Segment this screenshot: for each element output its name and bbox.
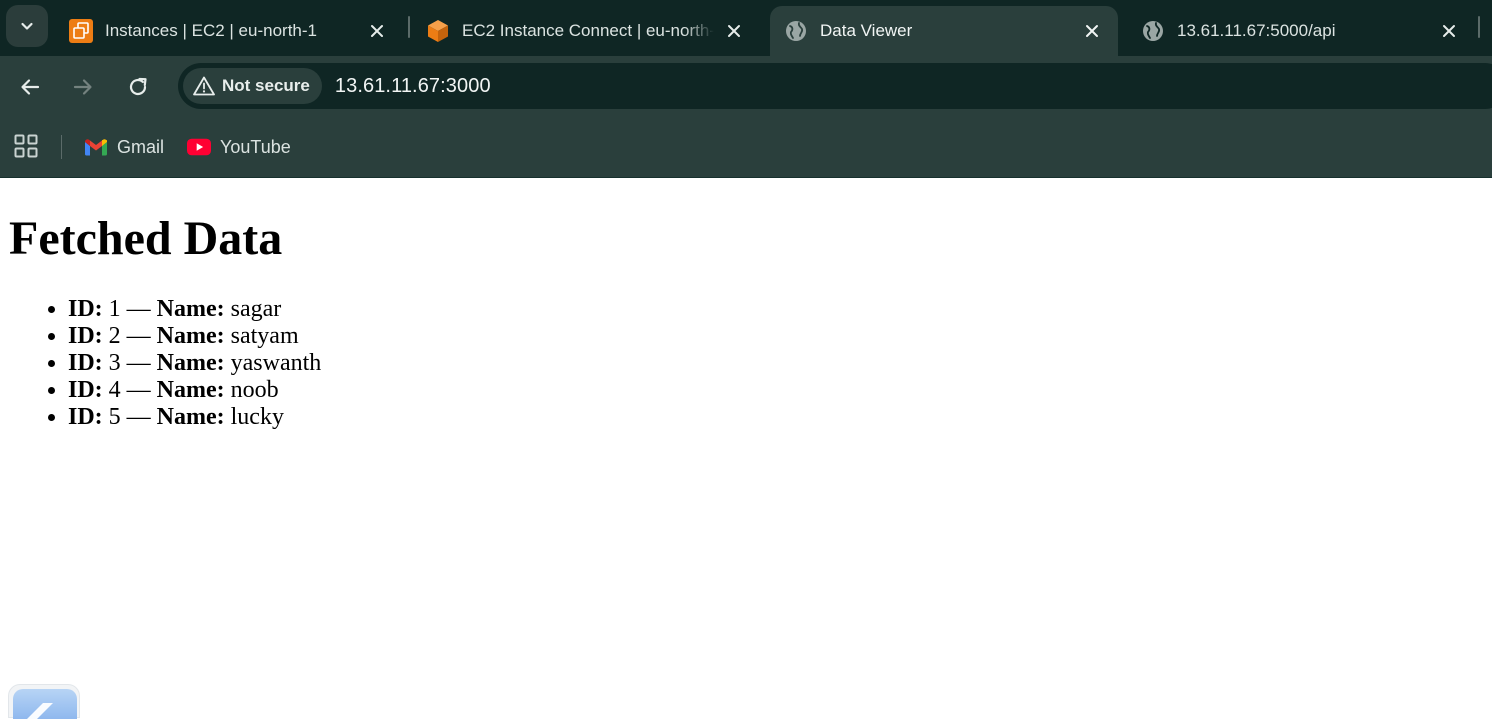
aws-cube-icon bbox=[426, 19, 450, 43]
list-item: ID: 2 — Name: satyam bbox=[68, 323, 321, 350]
separator: — bbox=[126, 350, 151, 376]
tab-title: 13.61.11.67:5000/api bbox=[1177, 21, 1336, 40]
security-chip[interactable]: Not secure bbox=[183, 68, 322, 104]
arrow-left-icon bbox=[21, 79, 40, 95]
close-icon[interactable] bbox=[1080, 19, 1104, 43]
name-label: Name: bbox=[156, 377, 225, 403]
tab-instances[interactable]: Instances | EC2 | eu-north-1 bbox=[55, 6, 403, 56]
globe-icon bbox=[1141, 19, 1165, 43]
item-id: 5 bbox=[108, 404, 121, 430]
browser-chrome: Instances | EC2 | eu-north-1 EC2 Instanc… bbox=[0, 0, 1492, 178]
item-id: 3 bbox=[108, 350, 121, 376]
tab-instance-connect[interactable]: EC2 Instance Connect | eu-north-1 bbox=[412, 6, 760, 56]
item-name: yaswanth bbox=[230, 350, 322, 376]
bookmark-label: YouTube bbox=[220, 136, 291, 157]
reload-button[interactable] bbox=[121, 70, 155, 104]
apps-grid-icon[interactable] bbox=[14, 134, 40, 160]
id-label: ID: bbox=[68, 323, 103, 349]
tab-title: Data Viewer bbox=[820, 21, 913, 40]
reload-icon bbox=[129, 77, 147, 96]
item-id: 2 bbox=[108, 323, 121, 349]
tab-strip: Instances | EC2 | eu-north-1 EC2 Instanc… bbox=[0, 0, 1492, 56]
url-text[interactable]: 13.61.11.67:3000 bbox=[335, 75, 491, 98]
tab-api[interactable]: 13.61.11.67:5000/api bbox=[1127, 6, 1475, 56]
chevron-down-icon bbox=[21, 22, 33, 30]
separator: — bbox=[126, 377, 151, 403]
toolbar: Not secure 13.61.11.67:3000 bbox=[0, 56, 1492, 116]
list-item: ID: 5 — Name: lucky bbox=[68, 404, 321, 431]
arrow-right-icon bbox=[73, 79, 92, 95]
item-name: noob bbox=[230, 377, 279, 403]
item-name: satyam bbox=[230, 323, 299, 349]
list-item: ID: 4 — Name: noob bbox=[68, 377, 321, 404]
item-id: 1 bbox=[108, 296, 121, 322]
back-button[interactable] bbox=[13, 70, 47, 104]
tab-data-viewer[interactable]: Data Viewer bbox=[770, 6, 1118, 56]
globe-icon bbox=[784, 19, 808, 43]
id-label: ID: bbox=[68, 404, 103, 430]
name-label: Name: bbox=[156, 404, 225, 430]
bookmark-label: Gmail bbox=[117, 136, 165, 157]
data-list: ID: 1 — Name: sagar ID: 2 — Name: satyam… bbox=[0, 296, 321, 431]
name-label: Name: bbox=[156, 296, 225, 322]
page-title: Fetched Data bbox=[9, 212, 283, 265]
list-item: ID: 3 — Name: yaswanth bbox=[68, 350, 321, 377]
bookmark-youtube[interactable]: YouTube bbox=[187, 133, 291, 161]
tab-search-button[interactable] bbox=[6, 5, 48, 47]
bookmarks-separator bbox=[61, 135, 62, 159]
id-label: ID: bbox=[68, 350, 103, 376]
name-label: Name: bbox=[156, 350, 225, 376]
tab-separator bbox=[408, 16, 410, 38]
separator: — bbox=[126, 404, 151, 430]
forward-button[interactable] bbox=[66, 70, 100, 104]
youtube-icon bbox=[187, 135, 211, 159]
bookmarks-bar: Gmail YouTube bbox=[0, 116, 1492, 178]
tab-separator bbox=[1478, 16, 1480, 38]
warning-icon bbox=[193, 76, 215, 96]
aws-ec2-icon bbox=[69, 19, 93, 43]
gmail-icon bbox=[84, 135, 108, 159]
tab-title: EC2 Instance Connect | eu-north-1 bbox=[462, 21, 714, 40]
close-icon[interactable] bbox=[365, 19, 389, 43]
item-name: sagar bbox=[230, 296, 282, 322]
app-badge-icon bbox=[13, 689, 77, 719]
item-name: lucky bbox=[230, 404, 284, 430]
close-icon[interactable] bbox=[722, 19, 746, 43]
separator: — bbox=[126, 323, 151, 349]
item-id: 4 bbox=[108, 377, 121, 403]
name-label: Name: bbox=[156, 323, 225, 349]
id-label: ID: bbox=[68, 296, 103, 322]
close-icon[interactable] bbox=[1437, 19, 1461, 43]
tab-title: Instances | EC2 | eu-north-1 bbox=[105, 21, 317, 40]
security-label: Not secure bbox=[222, 76, 310, 95]
page-content: Fetched Data ID: 1 — Name: sagar ID: 2 —… bbox=[0, 178, 1492, 713]
address-bar[interactable]: Not secure 13.61.11.67:3000 bbox=[178, 63, 1492, 109]
id-label: ID: bbox=[68, 377, 103, 403]
separator: — bbox=[126, 296, 151, 322]
bookmark-gmail[interactable]: Gmail bbox=[84, 133, 164, 161]
list-item: ID: 1 — Name: sagar bbox=[68, 296, 321, 323]
